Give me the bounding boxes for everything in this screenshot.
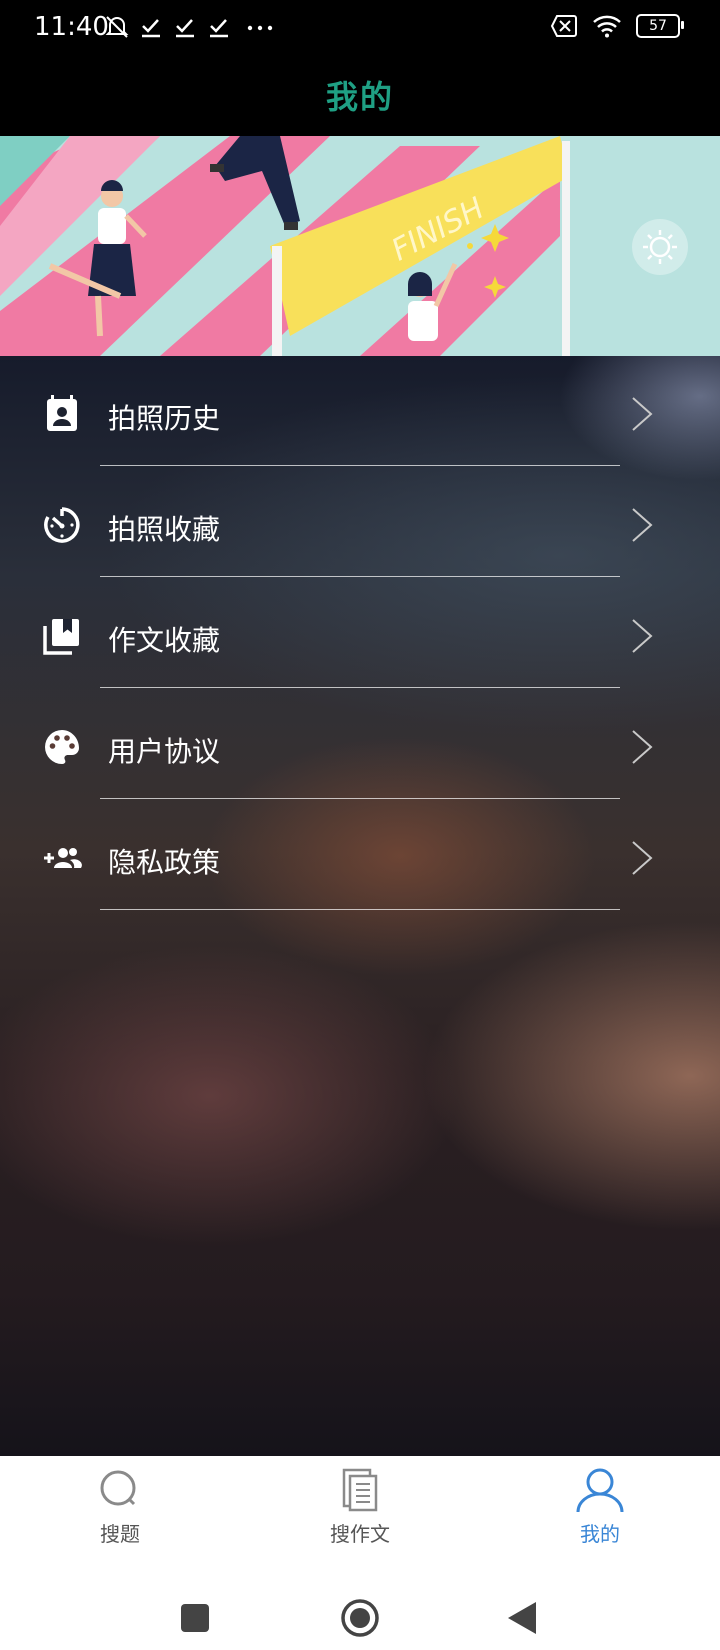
check-icon [210, 19, 228, 38]
chevron-right-icon [632, 730, 653, 764]
status-time: 11:40 [34, 12, 109, 42]
battery-icon: 57 [636, 14, 684, 38]
menu-item-label: 拍照历史 [108, 402, 221, 435]
chevron-right-icon [632, 397, 653, 431]
timer-icon [44, 507, 80, 543]
collections-bookmark-icon [43, 619, 79, 655]
search-icon [100, 1470, 136, 1506]
status-notification-icons [104, 14, 280, 40]
menu-item-user-agreement[interactable]: 用户协议 [0, 689, 720, 800]
muted-bell-icon [105, 16, 129, 38]
chevron-right-icon [632, 508, 653, 542]
menu-item-label: 用户协议 [108, 735, 221, 768]
menu-item-label: 隐私政策 [108, 846, 221, 879]
nav-tab-label: 我的 [580, 1522, 620, 1546]
nav-tab-label: 搜题 [100, 1522, 140, 1546]
home-button[interactable] [340, 1598, 380, 1638]
divider [100, 465, 620, 466]
no-sim-icon [550, 15, 577, 37]
palette-icon [45, 730, 79, 764]
finish-line-illustration: FINISH [0, 136, 720, 356]
menu-item-privacy-policy[interactable]: 隐私政策 [0, 800, 720, 911]
divider [100, 687, 620, 688]
divider [100, 909, 620, 910]
menu-item-label: 作文收藏 [108, 624, 221, 657]
more-dots-icon [247, 25, 273, 31]
brightness-icon [643, 230, 677, 264]
document-icon [342, 1468, 378, 1512]
wifi-icon [593, 15, 621, 38]
chevron-right-icon [632, 841, 653, 875]
bottom-nav: 搜题 搜作文 我的 [0, 1456, 720, 1566]
app-header: 我的 [0, 54, 720, 136]
check-icon [142, 19, 160, 38]
back-button[interactable] [506, 1600, 538, 1636]
check-icon [176, 19, 194, 38]
chevron-right-icon [632, 619, 653, 653]
menu-item-label: 拍照收藏 [108, 513, 221, 546]
page-title: 我的 [325, 78, 394, 116]
system-navigation-bar [0, 1566, 720, 1650]
profile-banner: FINISH [0, 136, 720, 356]
menu-item-essay-favorites[interactable]: 作文收藏 [0, 578, 720, 689]
nav-tab-label: 搜作文 [330, 1522, 390, 1546]
recent-apps-button[interactable] [180, 1603, 210, 1633]
profile-menu: 拍照历史 拍照收藏 作文收藏 用户协议 隐私政策 [0, 356, 720, 911]
menu-item-photo-history[interactable]: 拍照历史 [0, 356, 720, 467]
status-bar: 11:40 57 [0, 0, 720, 54]
user-icon [576, 1468, 624, 1513]
theme-toggle-button[interactable] [632, 219, 688, 275]
status-system-icons: 57 [550, 12, 684, 40]
group-add-icon [44, 848, 82, 868]
battery-level: 57 [649, 18, 667, 34]
profile-menu-area: 拍照历史 拍照收藏 作文收藏 用户协议 隐私政策 [0, 356, 720, 1456]
menu-item-photo-favorites[interactable]: 拍照收藏 [0, 467, 720, 578]
divider [100, 576, 620, 577]
contact-calendar-icon [47, 395, 77, 431]
nav-tab-mine[interactable]: 我的 [500, 1466, 700, 1566]
divider [100, 798, 620, 799]
nav-tab-search-essay[interactable]: 搜作文 [260, 1466, 460, 1566]
nav-tab-search-question[interactable]: 搜题 [20, 1466, 220, 1566]
